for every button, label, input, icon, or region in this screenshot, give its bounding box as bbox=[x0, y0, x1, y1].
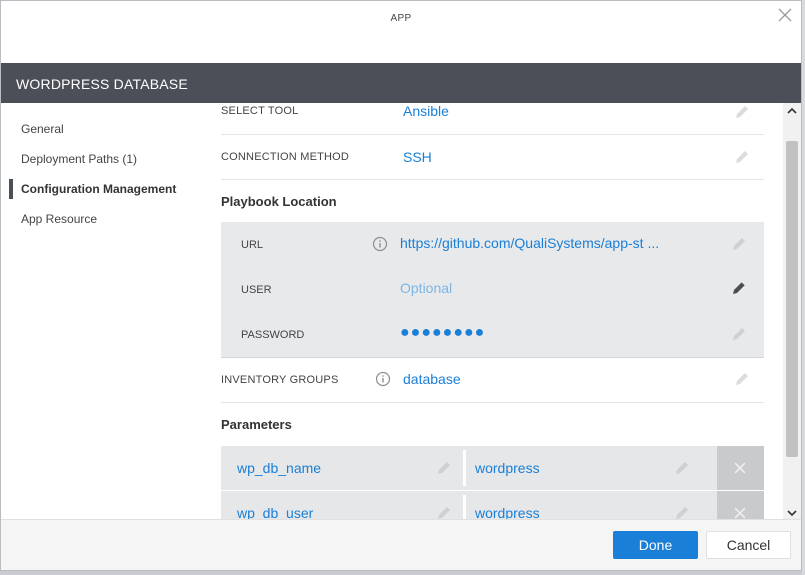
parameter-name[interactable]: wp_db_name bbox=[237, 460, 321, 476]
parameter-row: wp_db_name wordpress bbox=[221, 446, 764, 490]
edit-pencil-icon[interactable] bbox=[673, 459, 691, 477]
connection-method-row: CONNECTION METHOD SSH bbox=[221, 134, 764, 180]
dialog-topbar: APP bbox=[1, 1, 801, 63]
done-button[interactable]: Done bbox=[613, 531, 698, 559]
url-value[interactable]: https://github.com/QualiSystems/app-st .… bbox=[400, 235, 659, 251]
cancel-button[interactable]: Cancel bbox=[706, 531, 791, 559]
close-icon[interactable] bbox=[777, 7, 793, 23]
scroll-up-icon[interactable] bbox=[783, 103, 801, 119]
parameter-name-cell: wp_db_name bbox=[221, 446, 463, 490]
url-label: URL bbox=[241, 239, 264, 251]
password-row: PASSWORD ●●●●●●●● bbox=[221, 312, 764, 358]
edit-pencil-icon[interactable] bbox=[730, 325, 748, 343]
inventory-groups-label: INVENTORY GROUPS bbox=[221, 374, 339, 386]
app-header: WORDPRESS DATABASE bbox=[1, 63, 801, 103]
parameter-value-cell: wordpress bbox=[466, 446, 717, 490]
user-label: USER bbox=[241, 284, 272, 296]
inventory-groups-value[interactable]: database bbox=[403, 371, 461, 387]
sidebar-nav: General Deployment Paths (1) Configurati… bbox=[1, 103, 201, 520]
password-input[interactable]: ●●●●●●●● bbox=[400, 324, 485, 342]
inventory-groups-row: INVENTORY GROUPS database bbox=[221, 357, 764, 403]
delete-parameter-button[interactable] bbox=[717, 491, 764, 521]
edit-pencil-icon[interactable] bbox=[733, 148, 751, 166]
password-label: PASSWORD bbox=[241, 329, 305, 341]
content-scrollbar[interactable] bbox=[783, 103, 801, 521]
parameters-heading: Parameters bbox=[221, 417, 292, 432]
app-name: WORDPRESS DATABASE bbox=[16, 76, 188, 92]
sidebar-item-configuration-management[interactable]: Configuration Management bbox=[9, 179, 176, 199]
close-icon bbox=[734, 507, 746, 519]
url-row: URL https://github.com/QualiSystems/app-… bbox=[221, 222, 764, 268]
edit-pencil-icon[interactable] bbox=[435, 459, 453, 477]
dialog-title: APP bbox=[390, 13, 412, 24]
playbook-location-heading: Playbook Location bbox=[221, 194, 337, 209]
select-tool-label: SELECT TOOL bbox=[221, 105, 299, 117]
edit-pencil-icon[interactable] bbox=[730, 279, 748, 297]
info-icon[interactable] bbox=[372, 236, 388, 252]
parameter-value-cell: wordpress bbox=[466, 491, 717, 521]
parameter-row: wp_db_user wordpress bbox=[221, 491, 764, 521]
info-icon[interactable] bbox=[375, 371, 391, 387]
edit-pencil-icon[interactable] bbox=[733, 103, 751, 121]
select-tool-value[interactable]: Ansible bbox=[403, 103, 449, 119]
config-panel: SELECT TOOL Ansible CONNECTION METHOD SS… bbox=[221, 103, 764, 521]
delete-parameter-button[interactable] bbox=[717, 446, 764, 490]
edit-pencil-icon[interactable] bbox=[730, 235, 748, 253]
user-input[interactable]: Optional bbox=[400, 280, 452, 296]
user-row: USER Optional bbox=[221, 267, 764, 313]
sidebar-item-general[interactable]: General bbox=[9, 119, 64, 139]
connection-method-value[interactable]: SSH bbox=[403, 149, 432, 165]
app-dialog: APP WORDPRESS DATABASE General Deploymen… bbox=[0, 0, 802, 571]
parameter-value[interactable]: wordpress bbox=[475, 460, 540, 476]
select-tool-row: SELECT TOOL Ansible bbox=[221, 103, 764, 135]
sidebar-item-app-resource[interactable]: App Resource bbox=[9, 209, 97, 229]
connection-method-label: CONNECTION METHOD bbox=[221, 151, 350, 163]
scrollbar-thumb[interactable] bbox=[786, 141, 798, 457]
close-icon bbox=[734, 462, 746, 474]
sidebar-item-deployment-paths[interactable]: Deployment Paths (1) bbox=[9, 149, 137, 169]
edit-pencil-icon[interactable] bbox=[733, 370, 751, 388]
dialog-footer: Done Cancel bbox=[1, 519, 801, 570]
parameter-name-cell: wp_db_user bbox=[221, 491, 463, 521]
